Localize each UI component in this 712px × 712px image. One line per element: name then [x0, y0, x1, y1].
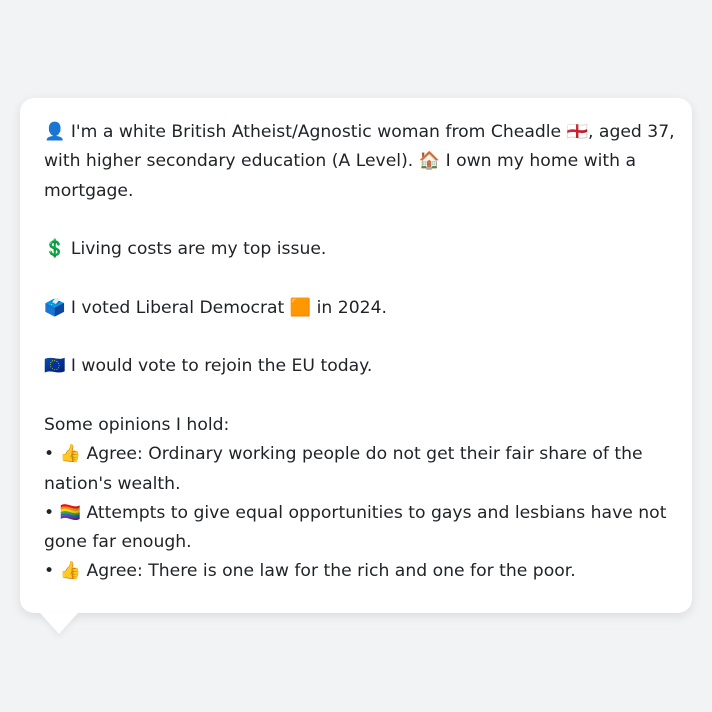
- opinion-item: • 👍 Agree: There is one law for the rich…: [44, 561, 576, 582]
- top-issue-text: 💲 Living costs are my top issue.: [44, 239, 327, 260]
- opinion-item: • 🏳️‍🌈 Attempts to give equal opportunit…: [44, 502, 667, 523]
- opinion-item: • 👍 Agree: Ordinary working people do no…: [44, 444, 643, 465]
- intro-line: 👤 I'm a white British Atheist/Agnostic w…: [44, 122, 675, 142]
- persona-card: 👤 I'm a white British Atheist/Agnostic w…: [20, 98, 692, 613]
- opinions-heading: Some opinions I hold:: [44, 414, 230, 435]
- opinion-item-continued: gone far enough.: [44, 532, 192, 553]
- intro-line: mortgage.: [44, 180, 134, 201]
- speech-bubble-tail: [40, 613, 78, 634]
- eu-stance: 🇪🇺 I would vote to rejoin the EU today.: [44, 352, 668, 381]
- opinion-item-continued: nation's wealth.: [44, 473, 181, 494]
- intro-line: with higher secondary education (A Level…: [44, 151, 637, 172]
- opinions-section: Some opinions I hold: • 👍 Agree: Ordinar…: [44, 411, 668, 587]
- vote-history-text: 🗳️ I voted Liberal Democrat 🟧 in 2024.: [44, 297, 387, 318]
- vote-history: 🗳️ I voted Liberal Democrat 🟧 in 2024.: [44, 294, 668, 323]
- eu-stance-text: 🇪🇺 I would vote to rejoin the EU today.: [44, 356, 373, 377]
- top-issue: 💲 Living costs are my top issue.: [44, 235, 668, 264]
- intro-paragraph: 👤 I'm a white British Atheist/Agnostic w…: [44, 118, 675, 206]
